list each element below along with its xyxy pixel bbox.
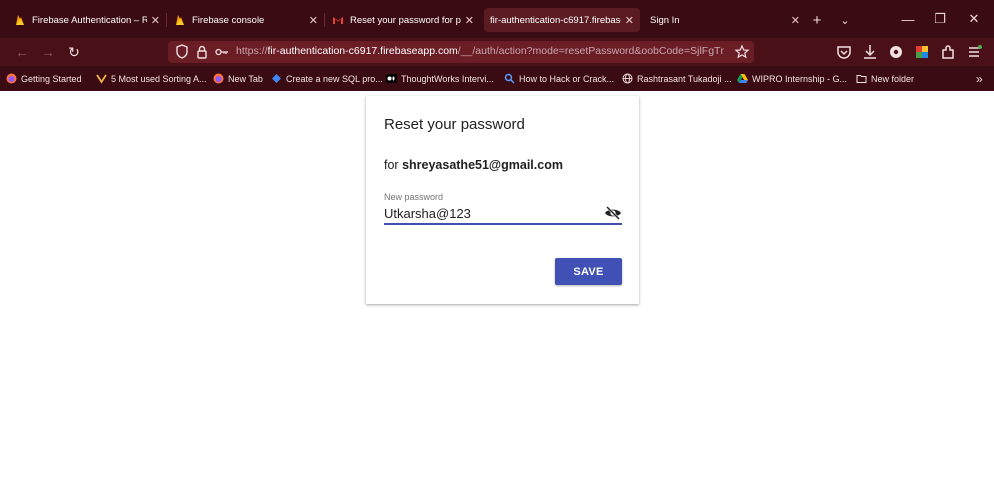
bookmark-label: Rashtrasant Tukadoji ... (637, 73, 732, 84)
permissions-key-icon[interactable] (214, 43, 230, 61)
account-prefix: for (384, 158, 403, 172)
forward-icon[interactable]: → (38, 42, 58, 62)
bookmark-label: New Tab (228, 73, 263, 84)
close-tab-icon[interactable]: ✕ (309, 14, 318, 27)
bookmark-label: How to Hack or Crack... (519, 73, 615, 84)
gmail-icon (333, 17, 343, 24)
card-title: Reset your password (384, 116, 525, 133)
diamond-icon (272, 74, 281, 83)
url-text[interactable]: https://fir-authentication-c6917.firebas… (236, 45, 724, 57)
bookmark-icon (96, 74, 107, 84)
firefox-icon (6, 73, 17, 84)
bookmark-label: Getting Started (21, 73, 82, 84)
menu-hamburger-icon[interactable] (964, 42, 984, 62)
tab-bar: Firebase Authentication – Real ✕ Firebas… (0, 0, 994, 38)
address-bar[interactable]: https://fir-authentication-c6917.firebas… (168, 41, 754, 63)
reset-password-card: Reset your password for shreyasathe51@gm… (366, 96, 639, 304)
tab-sign-in[interactable]: Sign In ✕ (650, 8, 800, 32)
bookmark-item[interactable]: ThoughtWorks Intervi... (386, 71, 494, 86)
new-tab-icon[interactable]: + (810, 8, 824, 32)
drive-icon (737, 74, 748, 83)
bookmark-folder[interactable]: New folder (856, 71, 914, 86)
close-window-icon[interactable]: ✕ (954, 7, 994, 31)
tab-title: Firebase Authentication – Real (32, 14, 147, 26)
hide-password-eye-icon[interactable] (604, 205, 622, 221)
bookmarks-toolbar: Getting Started 5 Most used Sorting A...… (0, 66, 994, 91)
extensions-puzzle-icon[interactable] (938, 42, 958, 62)
bookmark-label: New folder (871, 73, 915, 84)
bookmark-label: 5 Most used Sorting A... (111, 73, 207, 84)
tab-title: Sign In (650, 14, 680, 26)
bookmark-item[interactable]: Getting Started (6, 71, 82, 86)
list-all-tabs-icon[interactable]: ⌄ (838, 8, 852, 32)
account-line: for shreyasathe51@gmail.com (384, 158, 563, 172)
medium-icon (386, 74, 397, 83)
back-icon[interactable]: ← (12, 42, 32, 62)
url-path: /__/auth/action?mode=resetPassword&oobCo… (457, 45, 724, 57)
bookmark-item[interactable]: Rashtrasant Tukadoji ... (622, 71, 732, 86)
firebase-icon (176, 15, 184, 25)
tab-gmail-reset[interactable]: Reset your password for proje ✕ (332, 8, 474, 32)
account-avatar-icon[interactable] (886, 42, 906, 62)
globe-icon (622, 73, 633, 84)
tab-title: Firebase console (192, 14, 265, 26)
folder-icon (856, 75, 867, 83)
new-password-input[interactable] (384, 204, 622, 225)
save-button[interactable]: SAVE (555, 258, 622, 285)
bookmark-item[interactable]: New Tab (213, 71, 263, 86)
bookmark-item[interactable]: How to Hack or Crack... (504, 71, 614, 86)
close-tab-icon[interactable]: ✕ (465, 14, 474, 27)
downloads-icon[interactable] (860, 42, 880, 62)
close-tab-icon[interactable]: ✕ (625, 14, 634, 27)
url-host: fir-authentication-c6917.firebaseapp.com (267, 45, 458, 57)
tab-separator (166, 13, 167, 27)
bookmark-star-icon[interactable] (734, 43, 750, 61)
firebase-icon (16, 15, 24, 25)
tab-active-reset-page[interactable]: fir-authentication-c6917.firebaseap ✕ (484, 8, 640, 32)
extension-icon[interactable] (912, 42, 932, 62)
shield-icon[interactable] (174, 43, 190, 61)
tab-title: fir-authentication-c6917.firebaseap (490, 14, 621, 26)
bookmark-label: ThoughtWorks Intervi... (401, 73, 494, 84)
bookmark-item[interactable]: Create a new SQL pro... (271, 71, 383, 86)
pocket-icon[interactable] (834, 42, 854, 62)
more-bookmarks-chevron-icon[interactable]: » (976, 71, 983, 86)
bookmark-label: Create a new SQL pro... (286, 73, 383, 84)
new-password-label: New password (384, 192, 444, 202)
close-tab-icon[interactable]: ✕ (791, 14, 800, 27)
account-email: shreyasathe51@gmail.com (402, 158, 563, 172)
bookmark-item[interactable]: WIPRO Internship - G... (737, 71, 847, 86)
close-tab-icon[interactable]: ✕ (151, 14, 160, 27)
tab-firebase-auth[interactable]: Firebase Authentication – Real ✕ (14, 8, 160, 32)
search-icon (504, 73, 515, 84)
lock-icon[interactable] (194, 43, 210, 61)
firefox-icon (213, 73, 224, 84)
bookmark-item[interactable]: 5 Most used Sorting A... (96, 71, 207, 86)
tab-separator (324, 13, 325, 27)
tab-firebase-console[interactable]: Firebase console ✕ (174, 8, 318, 32)
bookmark-label: WIPRO Internship - G... (752, 73, 848, 84)
tab-title: Reset your password for proje (350, 14, 461, 26)
navigation-toolbar: ← → ↻ https://fir-authentication-c6917.f… (0, 38, 994, 66)
reload-icon[interactable]: ↻ (64, 42, 84, 62)
url-prefix: https:// (236, 45, 268, 57)
